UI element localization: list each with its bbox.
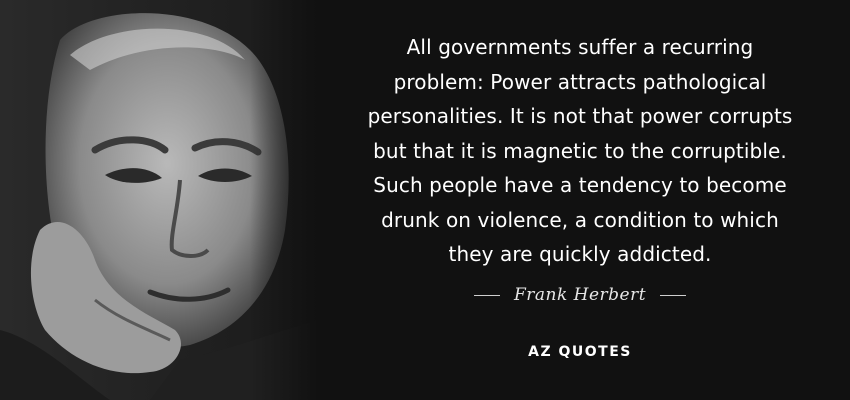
- quote-line: personalities. It is not that power corr…: [367, 104, 793, 128]
- quote-line: drunk on violence, a condition to which: [381, 207, 779, 232]
- quote-block: All governments suffer a recurring probl…: [320, 30, 840, 272]
- quote-card: All governments suffer a recurring probl…: [0, 0, 850, 400]
- quote-line: but that it is magnetic to the corruptib…: [373, 138, 787, 163]
- author-name: Frank Herbert: [513, 285, 647, 305]
- quote-line: All governments suffer a recurring: [406, 35, 754, 59]
- brand-logo: AZ QUOTES: [528, 344, 632, 360]
- quote-text: All governments suffer a recurring probl…: [320, 30, 840, 272]
- quote-line: Such people have a tendency to become: [373, 173, 787, 197]
- divider-left: [473, 294, 500, 296]
- divider-right: [660, 294, 687, 296]
- author-attribution: Frank Herbert: [320, 285, 840, 305]
- quote-line: problem: Power attracts pathological: [393, 69, 767, 94]
- quote-line: they are quickly addicted.: [448, 242, 712, 266]
